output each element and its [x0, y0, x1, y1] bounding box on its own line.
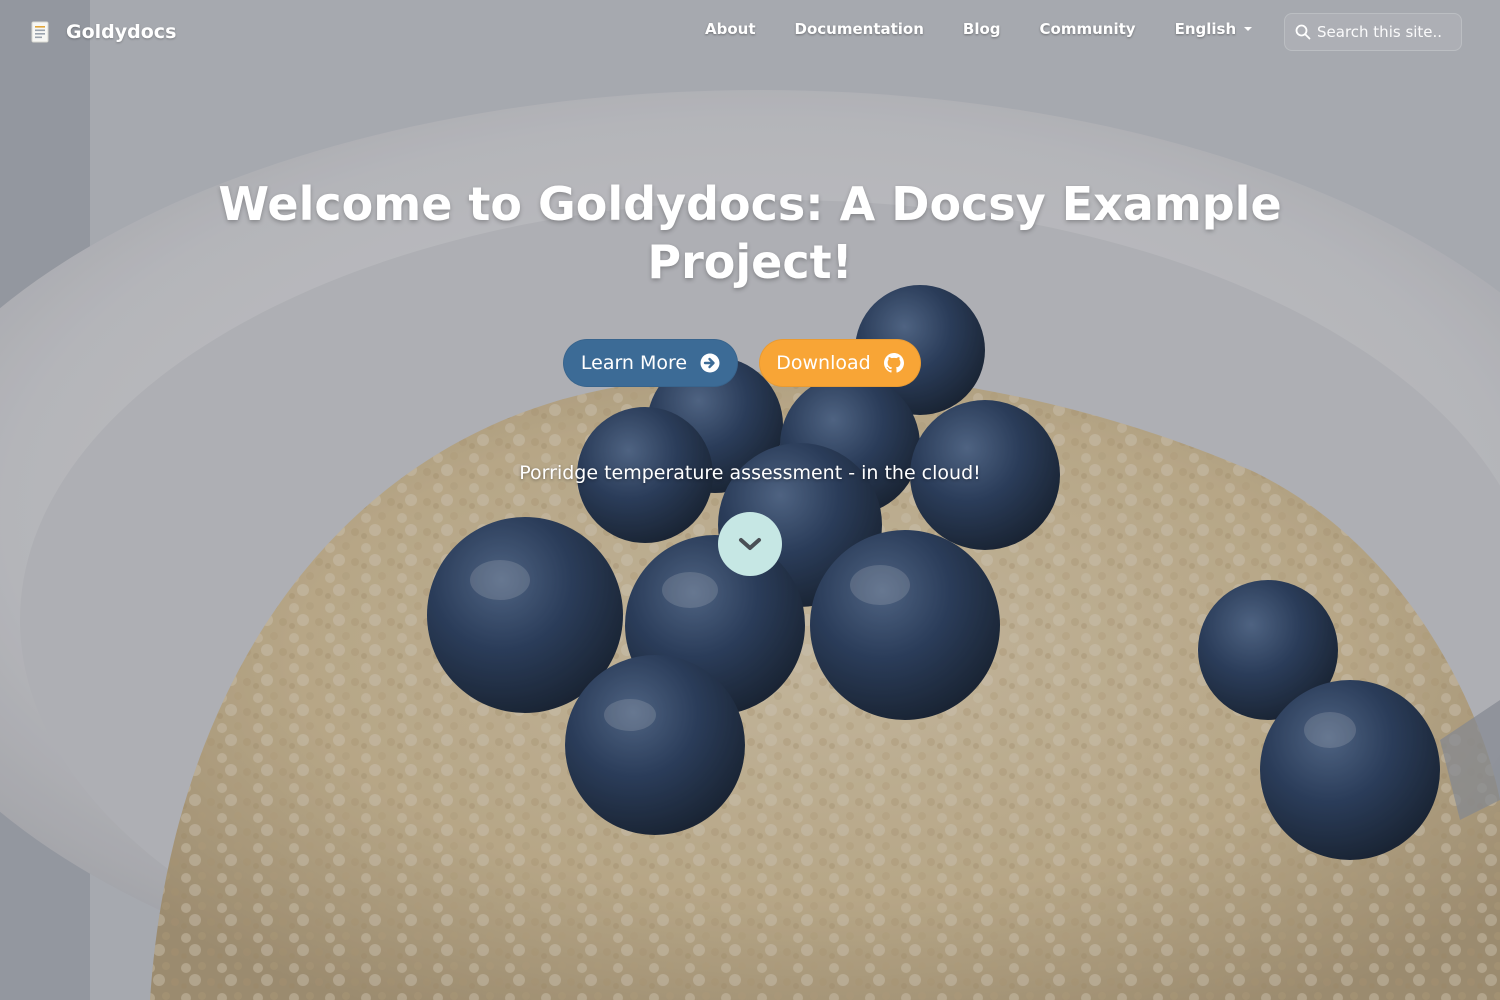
chevron-down-icon — [1244, 27, 1253, 31]
document-icon — [31, 21, 49, 43]
brand-link[interactable]: Goldydocs — [30, 16, 176, 48]
nav-menu: About Documentation Blog Community Engli… — [705, 20, 1291, 38]
hero-section — [0, 0, 1500, 1000]
nav-item-documentation[interactable]: Documentation — [795, 20, 924, 38]
scroll-down-button[interactable] — [718, 512, 782, 576]
arrow-circle-right-icon — [700, 353, 720, 373]
hero-title: Welcome to Goldydocs: A Docsy Example Pr… — [218, 177, 1282, 289]
download-button[interactable]: Download — [759, 339, 921, 387]
nav-item-blog[interactable]: Blog — [963, 20, 1001, 38]
search-input[interactable] — [1317, 23, 1457, 41]
language-dropdown[interactable]: English — [1175, 20, 1253, 38]
hero-background-image — [0, 0, 1500, 1000]
nav-item-about[interactable]: About — [705, 20, 756, 38]
search-icon — [1295, 24, 1311, 40]
learn-more-button[interactable]: Learn More — [563, 339, 738, 387]
chevron-down-icon — [739, 538, 761, 550]
hero-tagline: Porridge temperature assessment - in the… — [519, 462, 981, 484]
search-box[interactable] — [1284, 13, 1462, 51]
brand-name: Goldydocs — [66, 21, 177, 43]
github-icon — [883, 353, 904, 373]
language-label: English — [1174, 20, 1237, 38]
top-navbar: Goldydocs About Documentation Blog Commu… — [0, 0, 1500, 64]
nav-item-community[interactable]: Community — [1040, 20, 1136, 38]
learn-more-label: Learn More — [580, 352, 688, 374]
download-label: Download — [776, 352, 871, 374]
